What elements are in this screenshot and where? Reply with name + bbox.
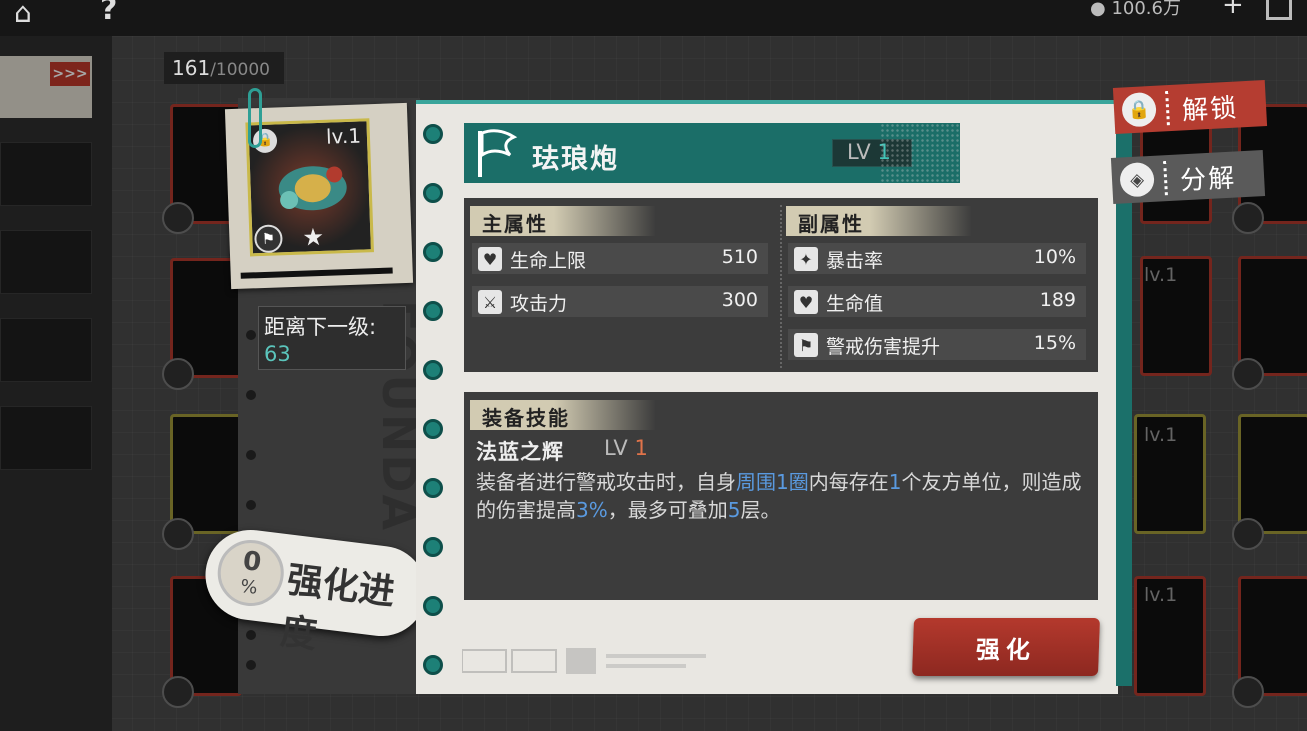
binder-ring: [423, 242, 443, 262]
desc-text: 装备者进行警戒攻击时，自身: [476, 470, 736, 494]
inventory-capacity: /10000: [210, 60, 270, 80]
skill-level-value: 1: [634, 436, 648, 460]
desc-highlight: 1: [888, 470, 902, 494]
binder-ring: [423, 537, 443, 557]
stat-value: 510: [721, 246, 758, 268]
stat-value: 300: [721, 289, 758, 311]
main-stat-row: ⚔ 攻击力 300: [472, 286, 768, 317]
desc-text: ，最多可叠加: [607, 498, 728, 522]
stat-name: 生命值: [826, 293, 884, 315]
item-card: 🔒 lv.1 ⚑ ★: [245, 118, 374, 257]
stat-value: 15%: [1033, 332, 1076, 354]
desc-highlight: 周围1圈: [736, 470, 809, 494]
sub-stat-row: ♥ 生命值 189: [788, 286, 1086, 317]
disassemble-button[interactable]: ◈ 分解: [1110, 150, 1266, 204]
next-level-label: 距离下一级:: [264, 315, 377, 339]
item-name: 珐琅炮: [532, 144, 619, 175]
desc-text: 内每存在: [808, 470, 889, 494]
skill-level-label: LV: [604, 436, 628, 460]
flag-icon: [478, 129, 518, 177]
crossed-swords-icon: ⚔: [478, 290, 502, 314]
stat-name: 暴击率: [826, 250, 884, 272]
next-level-box: 距离下一级: 63: [258, 306, 406, 370]
main-attr-header: 主属性: [470, 206, 656, 236]
unlock-button[interactable]: 🔒 解锁: [1112, 80, 1268, 134]
binder-ring: [423, 183, 443, 203]
binder-ring: [423, 478, 443, 498]
heart-icon: ♥: [794, 290, 818, 314]
sub-attr-title: 副属性: [798, 212, 864, 236]
sub-attr-header: 副属性: [786, 206, 972, 236]
unlock-label: 解锁: [1181, 93, 1239, 127]
decorative-stamp: [462, 648, 706, 674]
star-icon: ★: [301, 222, 325, 252]
desc-text: 层。: [740, 498, 781, 522]
home-icon[interactable]: ⌂: [14, 0, 32, 29]
disassemble-label: 分解: [1179, 163, 1237, 197]
help-icon[interactable]: ?: [100, 0, 117, 27]
currency-value: 100.6万: [1111, 0, 1181, 19]
button-separator: [1165, 91, 1170, 126]
game-screen: >>> lv.1 lv.1 lv.1 ⌂ ? ● 100.6万 + 161/10…: [0, 0, 1307, 731]
attr-divider: [780, 205, 782, 368]
binder-hole: [246, 450, 256, 460]
portrait-underline: [240, 267, 393, 279]
main-attr-title: 主属性: [482, 212, 548, 236]
stat-name: 攻击力: [510, 293, 568, 315]
skill-title: 装备技能: [482, 406, 570, 430]
binder-ring: [423, 124, 443, 144]
skill-section: 装备技能 法蓝之辉 LV 1 装备者进行警戒攻击时，自身周围1圈内每存在1个友方…: [464, 392, 1098, 600]
stat-name: 生命上限: [510, 250, 587, 272]
button-separator: [1163, 161, 1168, 196]
inventory-counter: 161/10000: [164, 52, 284, 84]
currency-display: ● 100.6万: [1090, 0, 1181, 19]
cannon-image-icon: [278, 166, 347, 211]
title-dot-pattern: [880, 123, 960, 183]
stat-value: 10%: [1033, 246, 1076, 268]
desc-highlight: 3%: [576, 498, 608, 522]
plus-icon[interactable]: +: [1222, 0, 1244, 20]
main-stat-row: ♥ 生命上限 510: [472, 243, 768, 274]
progress-label: 强化进度: [278, 559, 397, 657]
enhance-button[interactable]: 强化: [911, 618, 1101, 676]
progress-circle: 0 %: [213, 536, 288, 610]
binder-ring: [423, 596, 443, 616]
binder-hole: [246, 630, 256, 640]
next-level-value: 63: [264, 342, 291, 366]
skill-name: 法蓝之辉: [476, 440, 564, 464]
shop-icon[interactable]: [1266, 0, 1292, 20]
sub-stat-row: ⚑ 警戒伤害提升 15%: [788, 329, 1086, 360]
binder-hole: [246, 330, 256, 340]
binder-ring: [423, 301, 443, 321]
binder-ring: [423, 360, 443, 380]
stat-name: 警戒伤害提升: [826, 336, 941, 358]
lock-icon: 🔒: [1121, 91, 1157, 128]
item-card-level: lv.1: [325, 123, 362, 149]
binder-hole: [246, 390, 256, 400]
skill-header: 装备技能: [470, 400, 656, 430]
crit-sword-icon: ✦: [794, 247, 818, 271]
paperclip-icon: [248, 88, 262, 148]
flag-icon: ⚑: [253, 224, 283, 254]
stat-value: 189: [1039, 289, 1076, 311]
binder-hole: [246, 660, 256, 670]
binder-hole: [246, 500, 256, 510]
desc-highlight: 5: [727, 498, 741, 522]
sub-stat-row: ✦ 暴击率 10%: [788, 243, 1086, 274]
alert-flag-icon: ⚑: [794, 333, 818, 357]
heart-icon: ♥: [478, 247, 502, 271]
skill-level: LV 1: [604, 436, 648, 460]
inventory-count: 161: [172, 56, 211, 80]
binder-ring: [423, 419, 443, 439]
disassemble-icon: ◈: [1119, 161, 1155, 198]
level-label: LV: [847, 140, 871, 164]
skill-description: 装备者进行警戒攻击时，自身周围1圈内每存在1个友方单位，则造成的伤害提高3%，最…: [476, 468, 1086, 524]
binder-ring: [423, 655, 443, 675]
